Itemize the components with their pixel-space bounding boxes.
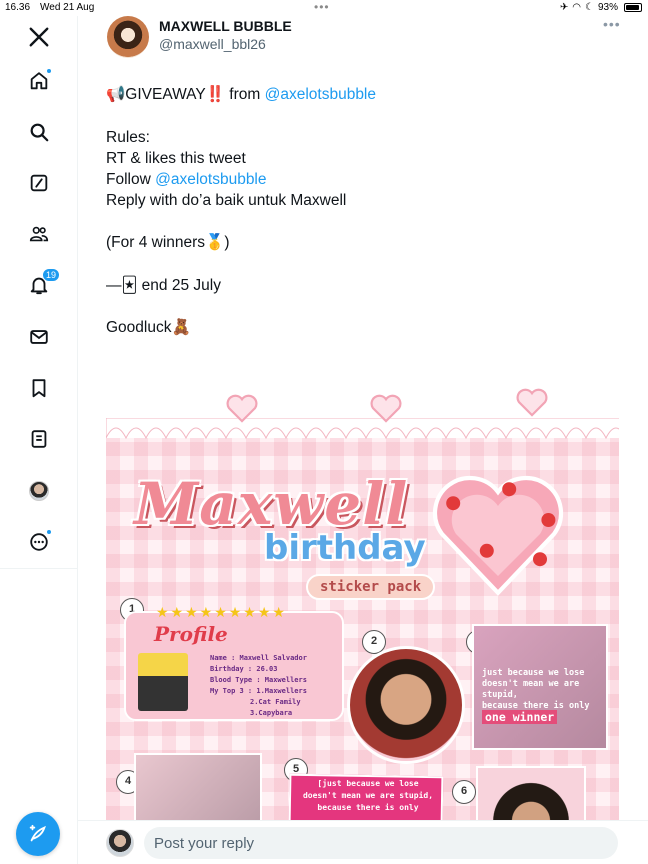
scallop-border bbox=[106, 418, 619, 440]
profile-card-title: Profile bbox=[154, 622, 228, 646]
profile-info-line: My Top 3 : 1.Maxwellers bbox=[210, 687, 307, 695]
heart-cake-icon bbox=[432, 475, 564, 596]
profile-info: Name : Maxwell Salvador Birthday : 26.03… bbox=[210, 653, 307, 719]
winners-line: (For 4 winners🥇) bbox=[106, 234, 230, 251]
author-display-name[interactable]: MAXWELL BUBBLE bbox=[159, 18, 292, 34]
status-date: Wed 21 Aug bbox=[40, 2, 95, 13]
mail-icon bbox=[30, 330, 48, 344]
media-subtitle: birthday bbox=[264, 528, 426, 568]
end-date-line: —🃏 end 25 July bbox=[106, 276, 221, 294]
airplane-icon: ✈ bbox=[559, 2, 569, 13]
sidebar-item-communities[interactable] bbox=[24, 219, 54, 249]
sidebar-divider bbox=[0, 568, 78, 569]
profile-info-line: 3.Capybara bbox=[250, 709, 293, 717]
stars-icon: ★★★★★★★★★ bbox=[156, 604, 287, 620]
battery-icon bbox=[624, 3, 642, 12]
compose-feather-icon bbox=[29, 824, 46, 842]
more-new-dot bbox=[46, 529, 52, 535]
sticker-number: 6 bbox=[452, 780, 476, 804]
goodluck-line: Goodluck🧸 bbox=[106, 319, 191, 336]
sidebar-item-more[interactable] bbox=[24, 527, 54, 557]
mention-link[interactable]: @axelotsbubble bbox=[155, 171, 266, 188]
mention-link[interactable]: @axelotsbubble bbox=[265, 86, 376, 103]
giveaway-line: 📢GIVEAWAY‼️ from @axelotsbubble bbox=[106, 84, 626, 105]
reply-input[interactable] bbox=[144, 827, 618, 859]
grok-icon bbox=[30, 174, 48, 192]
rule-3: Reply with do’a baik untuk Maxwell bbox=[106, 191, 347, 209]
status-bar: 16.36 Wed 21 Aug ••• ✈ ◠ ☾ 93% bbox=[0, 0, 648, 16]
round-photo-sticker bbox=[347, 646, 465, 764]
battery-percent: 93% bbox=[597, 2, 618, 13]
heart-icon bbox=[370, 394, 402, 423]
bookmark-icon bbox=[32, 379, 46, 398]
street-photo-sticker bbox=[134, 753, 262, 820]
giveaway-text: 📢GIVEAWAY‼️ from bbox=[106, 86, 265, 103]
profile-info-line: Name : Maxwell Salvador bbox=[210, 654, 307, 662]
author-handle[interactable]: @maxwell_bbl26 bbox=[159, 36, 266, 52]
rules-heading: Rules: bbox=[106, 128, 150, 146]
banner-line: [just because we lose bbox=[317, 779, 419, 788]
sidebar-item-explore[interactable] bbox=[24, 117, 54, 147]
sticker-pack-label: sticker pack bbox=[306, 574, 436, 600]
sidebar-item-profile[interactable] bbox=[24, 476, 54, 506]
compose-button[interactable] bbox=[16, 812, 60, 856]
rule-2: Follow @axelotsbubble bbox=[106, 169, 626, 190]
sidebar-item-home[interactable] bbox=[24, 66, 54, 96]
profile-info-line: 2.Cat Family bbox=[250, 698, 301, 706]
sidebar-item-lists[interactable] bbox=[24, 424, 54, 454]
tweet-text: 📢GIVEAWAY‼️ from @axelotsbubble Rules: R… bbox=[106, 84, 626, 338]
caption-line: just because we lose bbox=[482, 668, 585, 678]
pink-photo-caption: just because we lose doesn't mean we are… bbox=[482, 668, 602, 725]
heart-icon bbox=[226, 394, 258, 423]
multitask-dots-icon[interactable]: ••• bbox=[314, 0, 330, 14]
list-icon bbox=[31, 430, 47, 448]
moon-icon: ☾ bbox=[585, 2, 594, 13]
sidebar-item-notifications[interactable]: 19 bbox=[24, 268, 60, 300]
avatar bbox=[29, 481, 49, 501]
caption-line: doesn't mean we are stupid, bbox=[482, 679, 580, 700]
sidebar: 19 bbox=[0, 16, 78, 864]
x-logo-icon[interactable] bbox=[24, 22, 54, 52]
profile-card-sticker: ★★★★★★★★★ Profile Name : Maxwell Salvado… bbox=[124, 604, 344, 721]
banner-line: doesn't mean we are stupid, bbox=[302, 791, 434, 800]
status-indicators: ✈ ◠ ☾ 93% bbox=[560, 2, 642, 13]
rule-2-text: Follow bbox=[106, 170, 156, 188]
rule-1: RT & likes this tweet bbox=[106, 149, 246, 167]
heart-icon bbox=[516, 388, 548, 417]
search-icon bbox=[30, 123, 49, 142]
profile-info-line: Birthday : 26.03 bbox=[210, 665, 278, 673]
sidebar-item-messages[interactable] bbox=[24, 322, 54, 352]
caption-highlight: one winner bbox=[482, 710, 558, 724]
communities-icon bbox=[29, 226, 49, 242]
sidebar-item-grok[interactable] bbox=[24, 168, 54, 198]
avatar bbox=[106, 829, 134, 857]
home-new-dot bbox=[46, 68, 52, 74]
tweet-media-image[interactable]: Maxwell birthday sticker pack 1 2 3 4 5 … bbox=[106, 378, 619, 820]
notification-badge: 19 bbox=[41, 268, 60, 282]
portrait-photo-sticker bbox=[476, 766, 586, 820]
quote-banner-text: [just because we lose doesn't mean we ar… bbox=[293, 778, 443, 814]
sidebar-item-bookmarks[interactable] bbox=[24, 373, 54, 403]
profile-photo bbox=[138, 653, 188, 711]
wifi-icon: ◠ bbox=[572, 2, 582, 13]
author-avatar[interactable] bbox=[107, 16, 149, 58]
status-time: 16.36 bbox=[5, 2, 31, 13]
banner-line: because there is only bbox=[317, 803, 419, 812]
profile-info-line: Blood Type : Maxwellers bbox=[210, 676, 307, 684]
tweet-more-options-icon[interactable]: ••• bbox=[603, 16, 621, 32]
reply-bar bbox=[78, 820, 648, 864]
